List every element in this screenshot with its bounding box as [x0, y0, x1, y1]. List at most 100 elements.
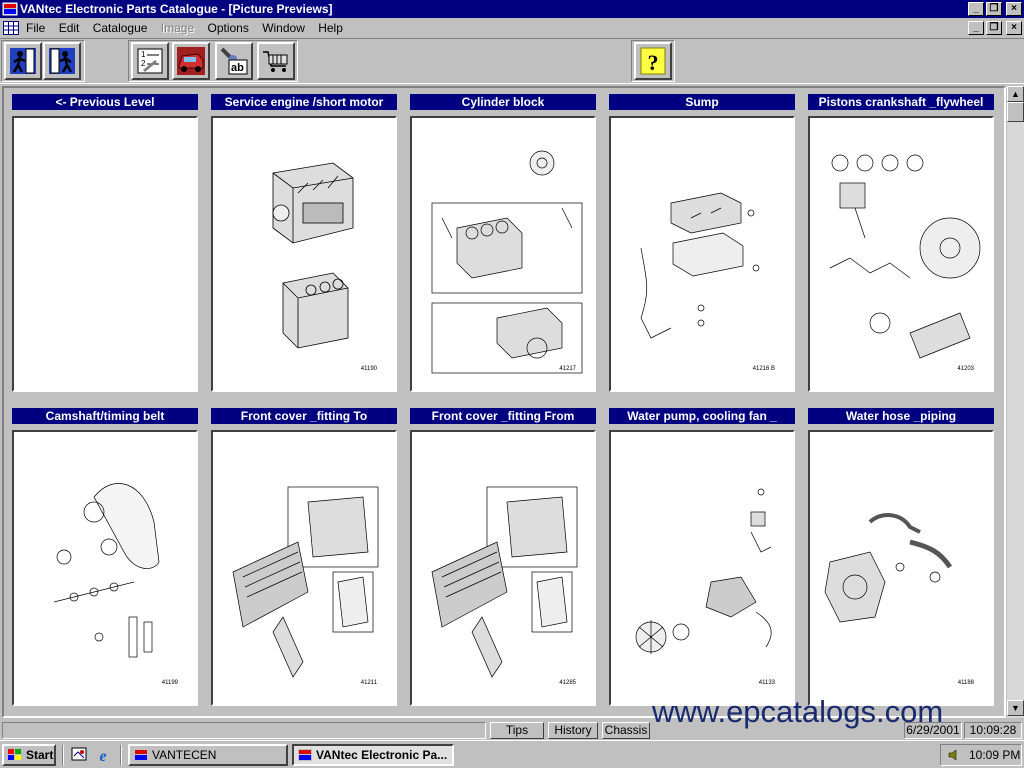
svg-text:2: 2: [141, 59, 146, 68]
toolbar: 12 ab ?: [0, 38, 1024, 84]
start-button[interactable]: Start: [2, 744, 56, 766]
svg-text:ab: ab: [231, 62, 244, 74]
restore-button[interactable]: ❐: [986, 2, 1002, 16]
window-title: VANtec Electronic Parts Catalogue - [Pic…: [20, 2, 333, 16]
text-search-button[interactable]: ab: [215, 42, 253, 80]
parts-diagram: [431, 486, 578, 678]
document-grid-icon[interactable]: [3, 21, 19, 35]
preview-panel[interactable]: Front cover _fitting From 41285: [408, 408, 598, 708]
taskbar-separator: [62, 745, 64, 765]
back-button[interactable]: [43, 42, 81, 80]
preview-panel-title[interactable]: Pistons crankshaft _flywheel: [808, 94, 994, 110]
menu-edit[interactable]: Edit: [59, 21, 80, 35]
vehicle-button[interactable]: [172, 42, 210, 80]
minimize-button[interactable]: _: [968, 2, 984, 16]
preview-panel[interactable]: <- Previous Level: [10, 94, 200, 394]
list-button[interactable]: 12: [131, 42, 169, 80]
preview-panel-title[interactable]: <- Previous Level: [12, 94, 198, 110]
preview-panel-image[interactable]: [12, 116, 198, 392]
preview-panel-image[interactable]: 41190: [211, 116, 397, 392]
menu-image: Image: [160, 21, 195, 35]
start-label: Start: [26, 748, 54, 762]
watermark: www.epcatalogs.com: [652, 694, 944, 729]
chassis-button[interactable]: Chassis: [602, 722, 650, 739]
task-label: VANTECEN: [152, 748, 217, 762]
preview-panel-image[interactable]: 41216 B: [609, 116, 795, 392]
preview-panel-image[interactable]: 41285: [410, 430, 596, 706]
diagram-number: 41216 B: [752, 366, 775, 372]
diagram-number: 41199: [161, 680, 178, 686]
preview-panel-title[interactable]: Front cover _fitting To: [211, 408, 397, 424]
parts-diagram: [232, 486, 379, 678]
window-controls: _ ❐ ×: [968, 2, 1022, 16]
preview-panel[interactable]: Cylinder block 41217: [408, 94, 598, 394]
history-button[interactable]: History: [548, 722, 598, 739]
internet-explorer-icon[interactable]: e: [94, 746, 112, 764]
shopping-cart-icon: [263, 51, 288, 72]
doc-minimize-button[interactable]: _: [968, 21, 984, 35]
preview-panel-image[interactable]: 41211: [211, 430, 397, 706]
title-bar: VANtec Electronic Parts Catalogue - [Pic…: [0, 0, 1024, 18]
preview-panel[interactable]: Sump 41216 B: [607, 94, 797, 394]
document-controls: _ ❐ ×: [968, 21, 1022, 35]
help-button[interactable]: ?: [634, 42, 672, 80]
preview-panel[interactable]: Camshaft/timing belt 41199: [10, 408, 200, 708]
task-vantecen[interactable]: VANTECEN: [128, 744, 288, 766]
preview-panel-image[interactable]: 41217: [410, 116, 596, 392]
preview-panel-title[interactable]: Water pump, cooling fan _: [609, 408, 795, 424]
preview-panel-title[interactable]: Sump: [609, 94, 795, 110]
preview-panel[interactable]: Service engine /short motor 41190: [209, 94, 399, 394]
parts-diagram: [272, 162, 354, 349]
list-icon: 12: [137, 48, 163, 74]
preview-panel[interactable]: Front cover _fitting To 41211: [209, 408, 399, 708]
preview-panel-title[interactable]: Water hose _piping: [808, 408, 994, 424]
preview-panel[interactable]: Water hose _piping 41188: [806, 408, 996, 708]
vertical-scrollbar[interactable]: ▲ ▼: [1006, 86, 1024, 718]
preview-panel-title[interactable]: Service engine /short motor: [211, 94, 397, 110]
parts-diagram: [53, 483, 160, 658]
status-time: 10:09:28: [964, 722, 1022, 739]
diagram-number: 41133: [758, 680, 775, 686]
menu-window[interactable]: Window: [262, 21, 305, 35]
scroll-thumb[interactable]: [1007, 102, 1024, 122]
status-message: [2, 722, 486, 739]
preview-panel-title[interactable]: Cylinder block: [410, 94, 596, 110]
preview-panel-image[interactable]: 41133: [609, 430, 795, 706]
close-button[interactable]: ×: [1006, 2, 1022, 16]
tips-button[interactable]: Tips: [490, 722, 544, 739]
preview-panel-image[interactable]: 41203: [808, 116, 994, 392]
preview-panel[interactable]: Water pump, cooling fan _ 41133: [607, 408, 797, 708]
exit-button[interactable]: [4, 42, 42, 80]
menu-help[interactable]: Help: [318, 21, 343, 35]
taskbar: Start e VANTECEN VANtec Electronic Pa...…: [0, 740, 1024, 768]
preview-panel-title[interactable]: Camshaft/timing belt: [12, 408, 198, 424]
parts-diagram: [431, 150, 583, 374]
diagram-number: 41211: [360, 680, 377, 686]
preview-panel-title[interactable]: Front cover _fitting From: [410, 408, 596, 424]
vantec-task-icon: [298, 749, 312, 761]
speaker-icon[interactable]: [947, 748, 961, 762]
desktop-quicklaunch-icon[interactable]: [70, 746, 88, 764]
scroll-down-button[interactable]: ▼: [1007, 700, 1024, 716]
doc-close-button[interactable]: ×: [1006, 21, 1022, 35]
menu-file[interactable]: File: [26, 21, 45, 35]
preview-panel-image[interactable]: 41188: [808, 430, 994, 706]
vantec-app-icon[interactable]: [2, 1, 18, 17]
scroll-up-button[interactable]: ▲: [1007, 86, 1024, 102]
diagram-number: 41217: [559, 366, 576, 372]
doc-restore-button[interactable]: ❐: [986, 21, 1002, 35]
diagram-number: 41203: [957, 366, 974, 372]
vehicle-icon: [177, 47, 205, 75]
help-icon: ?: [640, 47, 666, 75]
tray-clock: 10:09 PM: [969, 748, 1021, 762]
menu-options[interactable]: Options: [207, 21, 248, 35]
preview-panel[interactable]: Pistons crankshaft _flywheel 41203: [806, 94, 996, 394]
shopping-cart-button[interactable]: [257, 42, 295, 80]
parts-diagram: [635, 488, 772, 654]
task-label: VANtec Electronic Pa...: [316, 748, 448, 762]
parts-diagram: [14, 118, 196, 390]
preview-panel-image[interactable]: 41199: [12, 430, 198, 706]
menu-catalogue[interactable]: Catalogue: [93, 21, 148, 35]
task-vantec-electronic[interactable]: VANtec Electronic Pa...: [292, 744, 454, 766]
taskbar-separator-2: [120, 745, 122, 765]
